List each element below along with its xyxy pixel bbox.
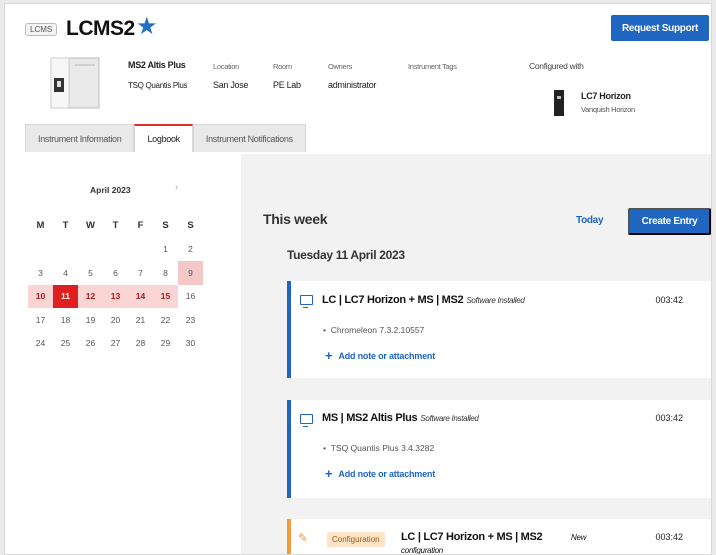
log-entry[interactable]: ✎ Configuration LC | LC7 Horizon + MS | … [287,519,711,555]
calendar-day[interactable]: 12 [78,284,103,308]
calendar-empty-cell [53,238,78,262]
calendar-day[interactable]: 14 [128,284,153,308]
monitor-icon [300,295,313,308]
add-note-link[interactable]: + Add note or attachment [325,348,435,363]
calendar-day[interactable]: 29 [153,332,178,356]
calendar-weekday: M [36,220,45,232]
today-link[interactable]: Today [576,215,604,226]
tab-instrument-information[interactable]: Instrument Information [25,124,135,152]
calendar-day[interactable]: 18 [53,308,78,332]
day-title: Tuesday 11 April 2023 [287,248,405,262]
add-note-link[interactable]: + Add note or attachment [325,466,435,481]
calendar-day[interactable]: 19 [78,308,103,332]
week-title: This week [263,211,328,227]
calendar-day[interactable]: 20 [103,308,128,332]
calendar-day[interactable]: 25 [53,332,78,356]
log-entry-type-cont: configuration [401,546,443,555]
calendar-day[interactable]: 11 [53,284,78,308]
instrument-image [50,57,100,109]
favorite-star-icon[interactable]: ★ [136,15,158,39]
calendar-day[interactable]: 4 [53,261,78,285]
calendar-day[interactable]: 7 [128,261,153,285]
location-label: Location [213,62,239,71]
log-entry-detail: • Chromeleon 7.3.2.10557 [323,325,425,335]
owners-value: administrator [328,80,377,90]
calendar-day[interactable]: 10 [28,284,53,308]
tab-bar: Instrument Information Logbook Instrumen… [25,124,306,152]
calendar-weekday: T [62,220,69,232]
instrument-type-badge: LCMS [25,23,58,36]
create-entry-button[interactable]: Create Entry [628,208,711,235]
location-value: San Jose [213,80,249,90]
log-entry-title: LC | LC7 Horizon + MS | MS2 Software Inst… [322,294,525,306]
calendar-day[interactable]: 27 [103,332,128,356]
log-entry[interactable]: MS | MS2 Altis Plus Software Installed 00… [287,400,711,498]
calendar-weekday: S [162,220,169,232]
app-frame: LCMS LCMS2 ★ Request Support MS2 Altis P… [4,3,712,555]
calendar-day[interactable]: 9 [178,261,203,285]
calendar-empty-cell [28,238,53,262]
log-entry[interactable]: LC | LC7 Horizon + MS | MS2 Software Inst… [287,281,711,378]
plus-icon: + [325,348,333,363]
configured-instrument-name[interactable]: LC7 Horizon [581,91,631,101]
calendar-day[interactable]: 3 [28,261,53,285]
calendar-day[interactable]: 5 [78,261,103,285]
calendar-day[interactable]: 16 [178,285,203,309]
room-label: Room [273,62,292,71]
calendar-weekday: T [112,220,119,232]
room-value: PE Lab [273,80,301,90]
calendar-empty-cell [103,238,128,262]
log-entry-time: 003:42 [655,295,683,305]
tab-instrument-notifications[interactable]: Instrument Notifications [192,124,306,152]
calendar-day[interactable]: 26 [78,332,103,356]
plus-icon: + [325,466,333,481]
calendar-day[interactable]: 1 [153,238,178,262]
calendar-month: April 2023 [90,185,131,195]
calendar-weekday: F [137,220,144,232]
log-entry-type: New [571,533,587,542]
log-entry-time: 003:42 [655,413,683,423]
calendar-day[interactable]: 2 [178,238,203,262]
wrench-icon: ✎ [298,531,309,545]
calendar-day[interactable]: 24 [28,332,53,356]
instrument-tags-label: Instrument Tags [408,62,457,71]
log-entry-title: LC | LC7 Horizon + MS | MS2 [401,531,543,543]
calendar-day[interactable]: 30 [178,332,203,356]
calendar-weekday: S [187,220,194,232]
log-entry-title: MS | MS2 Altis Plus Software Installed [322,412,479,424]
tab-logbook[interactable]: Logbook [134,124,193,152]
monitor-icon [300,414,313,427]
owners-label: Owners [328,62,353,71]
request-support-button[interactable]: Request Support [611,15,709,41]
instrument-model: MS2 Altis Plus [128,60,186,70]
calendar-day[interactable]: 28 [128,332,153,356]
calendar-grid: M T W T F S S 1 2 3 4 5 6 7 8 9 10 11 12 13 14 15 16 17 18 19 20 21… [28,214,203,355]
calendar-day[interactable]: 17 [28,308,53,332]
configured-instrument-sub: Vanquish Horizon [581,105,635,114]
calendar-empty-cell [78,238,103,262]
calendar-day[interactable]: 8 [153,261,178,285]
calendar-day[interactable]: 21 [128,308,153,332]
log-entry-detail: • TSQ Quantis Plus 3.4.3282 [323,443,435,453]
instrument-submodel: TSQ Quantis Plus [128,81,188,90]
log-entry-time: 003:42 [655,532,683,542]
calendar-day[interactable]: 13 [103,284,128,308]
calendar-day[interactable]: 22 [153,308,178,332]
configured-instrument-image [554,90,564,116]
calendar-empty-cell [128,238,153,262]
configuration-tag: Configuration [327,532,385,547]
calendar-weekday: W [86,220,95,232]
log-entry-type: Software Installed [466,296,525,305]
calendar-day[interactable]: 15 [153,284,178,308]
page-title: LCMS2 [66,17,135,40]
calendar-next-icon[interactable]: › [175,182,178,193]
calendar-day[interactable]: 23 [178,308,203,332]
log-entry-type: Software Installed [420,414,479,423]
calendar-day[interactable]: 6 [103,261,128,285]
configured-with-label: Configured with [529,61,584,71]
